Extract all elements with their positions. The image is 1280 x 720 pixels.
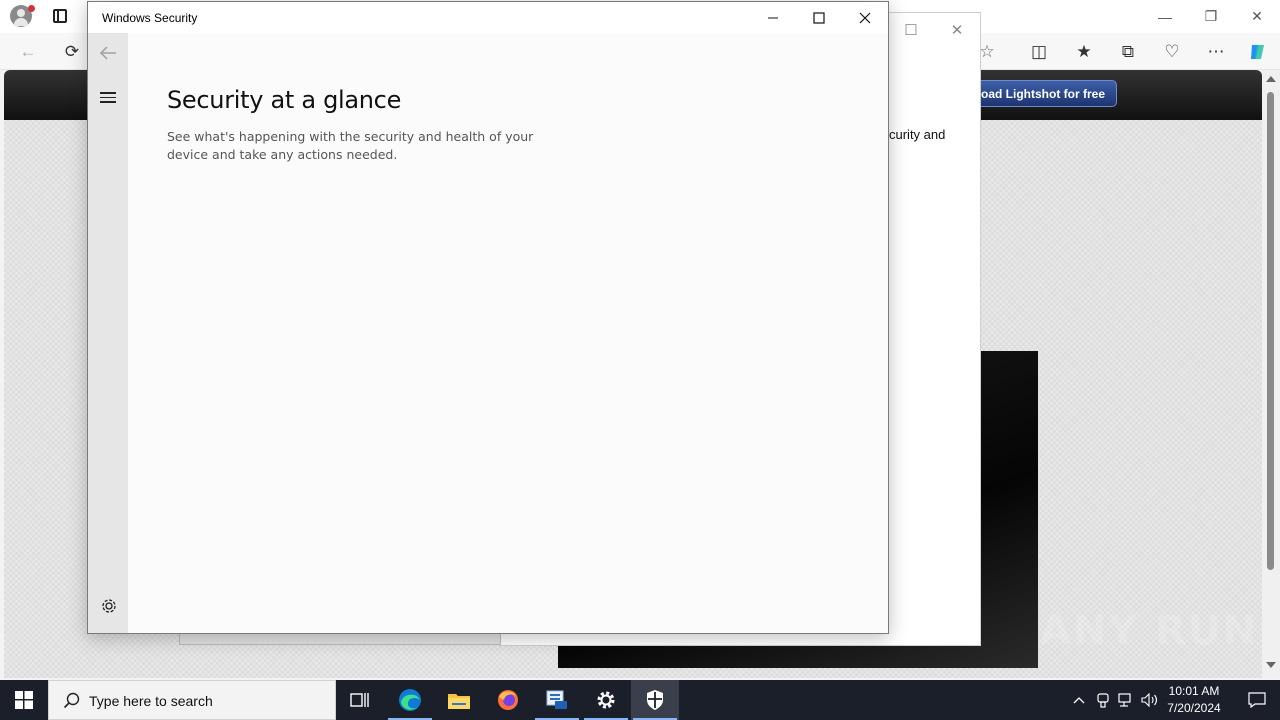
download-lightshot-button[interactable]: load Lightshot for free <box>960 80 1117 107</box>
windows-security-icon[interactable] <box>631 680 679 720</box>
taskbar: Type here to search 10:01 AM 7/20/2024 <box>0 680 1280 720</box>
background-window-edge <box>179 633 501 645</box>
favorites-icon[interactable]: ★ <box>1072 40 1096 64</box>
back-arrow-icon[interactable] <box>99 45 117 61</box>
system-clock[interactable]: 10:01 AM 7/20/2024 <box>1160 683 1228 717</box>
maximize-button[interactable] <box>796 2 842 33</box>
browser-close-button[interactable]: ✕ <box>1234 0 1280 33</box>
clock-date: 7/20/2024 <box>1167 701 1221 715</box>
browser-minimize-button[interactable]: — <box>1142 0 1188 33</box>
split-screen-icon[interactable]: ◫ <box>1027 40 1051 64</box>
back-arrow-icon[interactable]: ← <box>16 40 40 64</box>
edge-icon[interactable] <box>386 680 434 720</box>
close-button[interactable] <box>842 2 888 33</box>
ws-sidebar <box>88 33 128 633</box>
scrollbar-thumb[interactable] <box>1267 92 1274 570</box>
firefox-icon[interactable] <box>484 680 532 720</box>
page-scrollbar[interactable] <box>1262 70 1280 678</box>
minimize-button[interactable] <box>750 2 796 33</box>
dialog-maximize-icon[interactable]: ☐ <box>891 19 931 41</box>
windows-logo-icon <box>15 691 33 709</box>
minimize-icon <box>768 17 778 18</box>
ws-titlebar[interactable]: Windows Security <box>88 2 888 33</box>
start-button[interactable] <box>0 680 48 720</box>
show-hidden-icons-icon[interactable] <box>1068 680 1090 720</box>
hamburger-menu-icon[interactable] <box>100 92 116 104</box>
windows-security-window: Windows Security Security at a glance Se… <box>87 1 889 634</box>
notification-dot <box>28 5 35 12</box>
collections-icon[interactable]: ⧉ <box>1116 40 1140 64</box>
browser-restore-button[interactable]: ❐ <box>1188 0 1234 33</box>
file-explorer-icon[interactable] <box>435 680 483 720</box>
page-title: Security at a glance <box>167 86 402 114</box>
mail-app-icon[interactable] <box>533 680 581 720</box>
network-icon[interactable] <box>1116 680 1136 720</box>
browser-essentials-icon[interactable]: ♡ <box>1160 40 1184 64</box>
search-placeholder: Type here to search <box>89 693 213 709</box>
taskbar-search[interactable]: Type here to search <box>48 680 336 720</box>
close-icon <box>859 12 871 23</box>
maximize-icon <box>813 11 825 24</box>
more-icon[interactable]: ⋯ <box>1204 40 1228 64</box>
refresh-icon[interactable]: ⟳ <box>60 40 84 64</box>
gear-icon[interactable] <box>100 597 118 615</box>
tab-actions-icon[interactable] <box>53 9 67 23</box>
notification-center-icon[interactable] <box>1234 680 1280 720</box>
page-description: See what's happening with the security a… <box>167 129 534 162</box>
scroll-down-icon[interactable] <box>1266 662 1276 668</box>
volume-icon[interactable] <box>1140 680 1160 720</box>
task-view-icon[interactable] <box>336 680 384 720</box>
window-title: Windows Security <box>102 11 198 25</box>
copilot-icon[interactable] <box>1246 40 1270 64</box>
scroll-up-icon[interactable] <box>1266 76 1276 82</box>
clock-time: 10:01 AM <box>1168 684 1220 698</box>
device-icon[interactable] <box>1093 680 1113 720</box>
dialog-partial-text: curity and <box>889 127 946 142</box>
settings-icon[interactable] <box>582 680 630 720</box>
search-icon <box>63 692 80 709</box>
watermark: ANY RUN <box>1040 608 1259 654</box>
dialog-close-icon[interactable]: ✕ <box>937 19 977 41</box>
